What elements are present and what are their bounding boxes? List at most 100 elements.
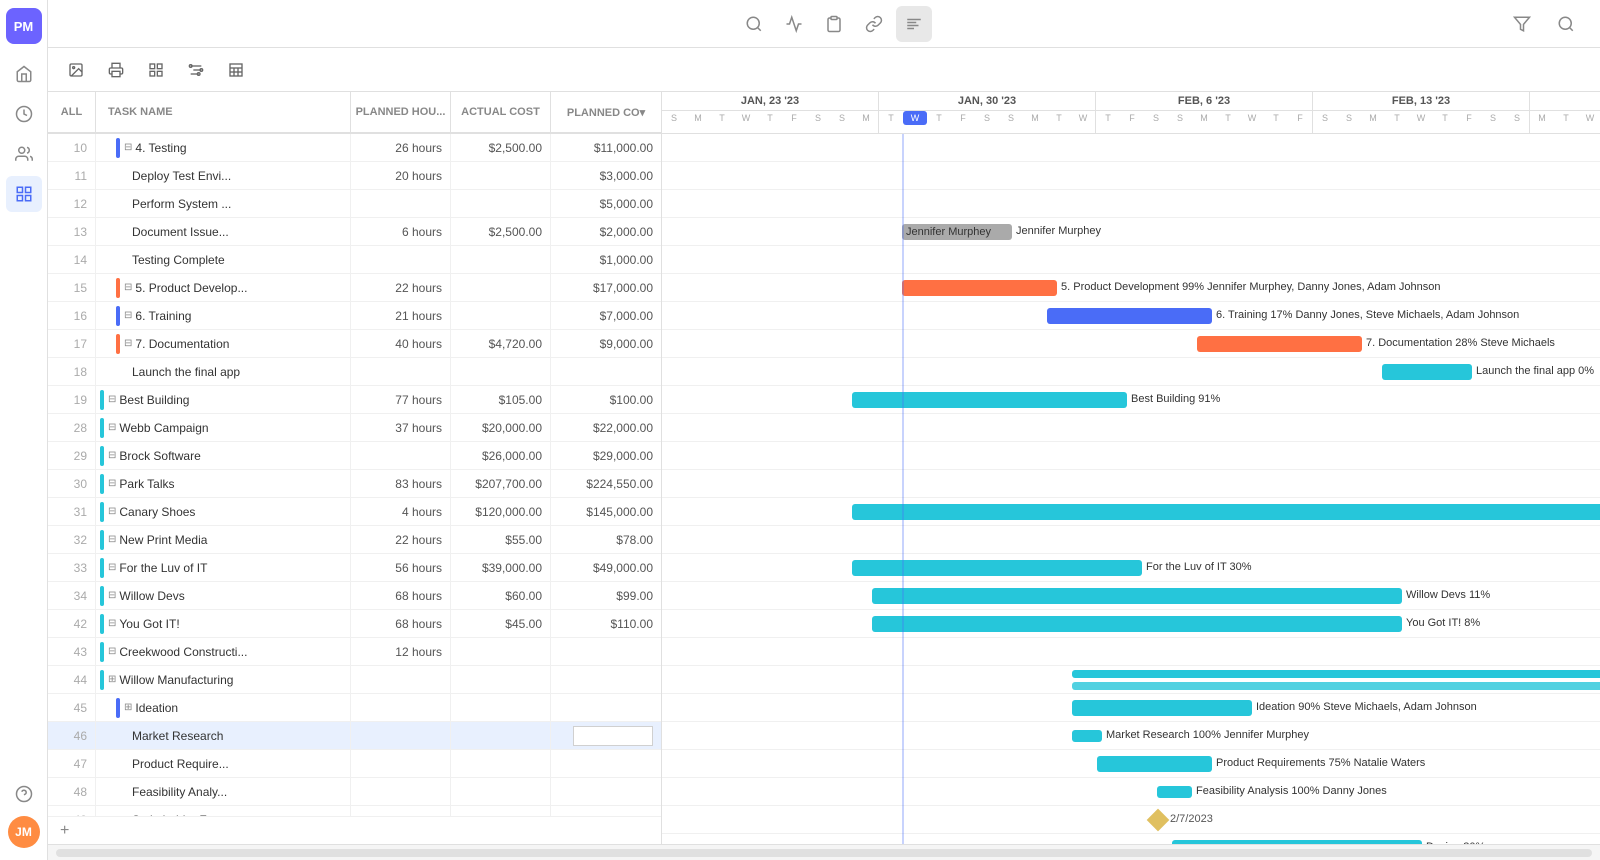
table-row[interactable]: 33⊟For the Luv of IT56 hours$39,000.00$4… <box>48 554 661 582</box>
expand-icon[interactable]: ⊞ <box>124 702 132 713</box>
row-number: 49 <box>48 806 96 816</box>
gantt-day-label: S <box>999 111 1023 125</box>
table-row[interactable]: 47Product Require... <box>48 750 661 778</box>
toolbar-link-btn[interactable] <box>856 6 892 42</box>
gantt-bar[interactable] <box>852 504 1600 520</box>
table-row[interactable]: 12Perform System ...$5,000.00 <box>48 190 661 218</box>
table-row[interactable]: 14Testing Complete$1,000.00 <box>48 246 661 274</box>
expand-icon[interactable]: ⊟ <box>108 506 116 517</box>
expand-icon[interactable]: ⊟ <box>108 478 116 489</box>
gantt-bar[interactable] <box>1157 786 1192 798</box>
row-planned-hours <box>351 694 451 721</box>
search-btn[interactable] <box>1548 6 1584 42</box>
gantt-bar[interactable] <box>1072 700 1252 716</box>
row-actual-cost <box>451 302 551 329</box>
table-row[interactable]: 32⊟New Print Media22 hours$55.00$78.00 <box>48 526 661 554</box>
task-name-text: 4. Testing <box>135 141 186 155</box>
sidebar-users[interactable] <box>6 136 42 172</box>
expand-icon[interactable]: ⊟ <box>108 618 116 629</box>
expand-icon[interactable]: ⊞ <box>108 674 116 685</box>
table-row[interactable]: 43⊟Creekwood Constructi...12 hours <box>48 638 661 666</box>
col-planned-header: PLANNED HOU... <box>351 92 451 132</box>
gantt-bar[interactable] <box>872 588 1402 604</box>
table-btn[interactable] <box>220 54 252 86</box>
row-planned-cost: $7,000.00 <box>551 302 661 329</box>
planned-cost-input[interactable] <box>573 726 653 746</box>
sidebar-home[interactable] <box>6 56 42 92</box>
gantt-bar[interactable] <box>852 392 1127 408</box>
filter-btn[interactable] <box>1504 6 1540 42</box>
table-row[interactable]: 42⊟You Got IT!68 hours$45.00$110.00 <box>48 610 661 638</box>
print-btn[interactable] <box>100 54 132 86</box>
table-row[interactable]: 31⊟Canary Shoes4 hours$120,000.00$145,00… <box>48 498 661 526</box>
gantt-bar[interactable] <box>902 280 1057 296</box>
gantt-bar[interactable] <box>1172 840 1422 844</box>
expand-icon[interactable]: ⊟ <box>108 450 116 461</box>
table-row[interactable]: 19⊟Best Building77 hours$105.00$100.00 <box>48 386 661 414</box>
h-scrollbar[interactable] <box>56 849 1592 857</box>
gantt-bar[interactable] <box>1382 364 1472 380</box>
task-name-text: Canary Shoes <box>119 505 195 519</box>
gantt-day-label: F <box>782 111 806 125</box>
user-avatar[interactable]: JM <box>8 816 40 848</box>
table-row[interactable]: 30⊟Park Talks83 hours$207,700.00$224,550… <box>48 470 661 498</box>
row-planned-cost: $2,000.00 <box>551 218 661 245</box>
img-btn[interactable] <box>60 54 92 86</box>
table-row[interactable]: 49Stakeholder Fee... <box>48 806 661 816</box>
sidebar-help[interactable] <box>6 776 42 812</box>
sidebar-clock[interactable] <box>6 96 42 132</box>
gantt-row: For the Luv of IT 30% <box>662 554 1600 582</box>
gantt-bar[interactable] <box>1047 308 1212 324</box>
gantt-bar[interactable] <box>1072 730 1102 742</box>
grid-btn[interactable] <box>140 54 172 86</box>
expand-icon[interactable]: ⊟ <box>108 562 116 573</box>
table-row[interactable]: 18Launch the final app <box>48 358 661 386</box>
settings-btn[interactable] <box>180 54 212 86</box>
table-row[interactable]: 15⊟5. Product Develop...22 hours$17,000.… <box>48 274 661 302</box>
row-task-name: Stakeholder Fee... <box>96 806 351 816</box>
expand-icon[interactable]: ⊟ <box>108 394 116 405</box>
table-row[interactable]: 44⊞Willow Manufacturing <box>48 666 661 694</box>
table-row[interactable]: 11Deploy Test Envi...20 hours$3,000.00 <box>48 162 661 190</box>
table-row[interactable]: 16⊟6. Training21 hours$7,000.00 <box>48 302 661 330</box>
gantt-bar[interactable] <box>1197 336 1362 352</box>
gantt-bar-label: Jennifer Murphey <box>1016 225 1101 237</box>
task-name-text: Willow Manufacturing <box>119 673 233 687</box>
table-row[interactable]: 45⊞Ideation <box>48 694 661 722</box>
gantt-row <box>662 442 1600 470</box>
expand-icon[interactable]: ⊟ <box>108 646 116 657</box>
gantt-row <box>662 666 1600 694</box>
table-row[interactable]: 17⊟7. Documentation40 hours$4,720.00$9,0… <box>48 330 661 358</box>
gantt-bar[interactable] <box>852 560 1142 576</box>
row-task-name: Product Require... <box>96 750 351 777</box>
expand-icon[interactable]: ⊟ <box>108 534 116 545</box>
add-row-btn[interactable]: + <box>48 816 661 844</box>
table-row[interactable]: 13Document Issue...6 hours$2,500.00$2,00… <box>48 218 661 246</box>
sidebar-projects[interactable] <box>6 176 42 212</box>
table-row[interactable]: 46Market Research <box>48 722 661 750</box>
table-row[interactable]: 29⊟Brock Software$26,000.00$29,000.00 <box>48 442 661 470</box>
table-row[interactable]: 48Feasibility Analy... <box>48 778 661 806</box>
gantt-day-label: W <box>903 111 927 125</box>
toolbar-chart-btn[interactable] <box>776 6 812 42</box>
toolbar-search-btn[interactable] <box>736 6 772 42</box>
gantt-bar[interactable] <box>1097 756 1212 772</box>
row-planned-cost <box>551 806 661 816</box>
gantt-row <box>662 638 1600 666</box>
gantt-bar[interactable] <box>872 616 1402 632</box>
table-row[interactable]: 28⊟Webb Campaign37 hours$20,000.00$22,00… <box>48 414 661 442</box>
toolbar-clipboard-btn[interactable] <box>816 6 852 42</box>
gantt-bar-label: 6. Training 17% Danny Jones, Steve Micha… <box>1216 309 1519 321</box>
table-row[interactable]: 10⊟4. Testing26 hours$2,500.00$11,000.00 <box>48 134 661 162</box>
expand-icon[interactable]: ⊟ <box>124 338 132 349</box>
expand-icon[interactable]: ⊟ <box>124 282 132 293</box>
expand-icon[interactable]: ⊟ <box>108 590 116 601</box>
toolbar-gantt-btn[interactable] <box>896 6 932 42</box>
expand-icon[interactable]: ⊟ <box>108 422 116 433</box>
task-name-text: Ideation <box>135 701 178 715</box>
expand-icon[interactable]: ⊟ <box>124 310 132 321</box>
color-indicator <box>100 586 104 606</box>
table-row[interactable]: 34⊟Willow Devs68 hours$60.00$99.00 <box>48 582 661 610</box>
gantt-bar[interactable] <box>1072 670 1600 678</box>
expand-icon[interactable]: ⊟ <box>124 142 132 153</box>
